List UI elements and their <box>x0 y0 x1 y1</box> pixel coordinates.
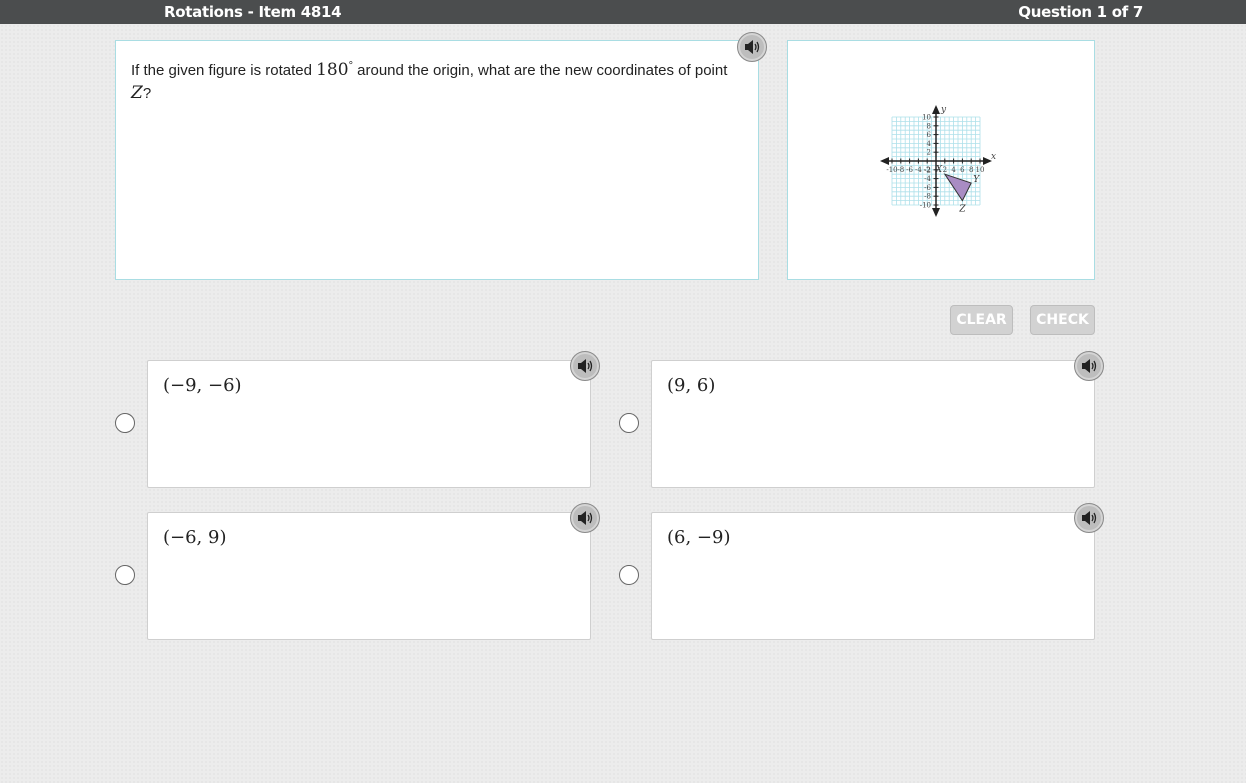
choice-radio-4[interactable] <box>619 565 639 585</box>
question-text: If the given figure is rotated 180° arou… <box>131 55 741 105</box>
choice-audio-button-3[interactable] <box>570 503 600 533</box>
speaker-icon <box>1082 511 1097 525</box>
choice-audio-button-1[interactable] <box>570 351 600 381</box>
choice-box-1[interactable]: (−9, −6) <box>147 360 591 488</box>
coordinate-graph: -10 -8 -6 -4 -2 2 4 6 8 10108642-2-4-6-8-10xyXYZ <box>880 105 996 217</box>
question-text-part: around the origin, what are the new coor… <box>352 62 728 79</box>
y-tick-label: 8 <box>927 122 931 130</box>
speaker-icon <box>578 359 593 373</box>
x-tick-label: -8 <box>897 166 904 174</box>
choice-audio-button-4[interactable] <box>1074 503 1104 533</box>
y-tick-label: -4 <box>924 175 931 183</box>
clear-button[interactable]: CLEAR <box>950 305 1013 335</box>
speaker-icon <box>1082 359 1097 373</box>
point-name: Z <box>131 83 143 103</box>
choice-box-2[interactable]: (9, 6) <box>651 360 1095 488</box>
y-tick-label: 4 <box>927 140 932 148</box>
y-tick-label: -6 <box>924 184 931 192</box>
y-tick-label: 6 <box>927 131 932 139</box>
choice-audio-button-2[interactable] <box>1074 351 1104 381</box>
x-tick-label: 10 <box>976 166 985 174</box>
x-tick-label: 2 <box>943 166 947 174</box>
choice-box-3[interactable]: (−6, 9) <box>147 512 591 640</box>
x-tick-label: 6 <box>960 166 965 174</box>
y-tick-label: -8 <box>924 193 931 201</box>
speaker-icon <box>578 511 593 525</box>
check-button[interactable]: CHECK <box>1030 305 1095 335</box>
x-tick-label: 8 <box>969 166 973 174</box>
choice-radio-3[interactable] <box>115 565 135 585</box>
speaker-icon <box>745 40 760 54</box>
x-tick-label: -4 <box>915 166 922 174</box>
header-bar: Rotations - Item 4814 Question 1 of 7 <box>0 0 1246 24</box>
choice-text-2: (9, 6) <box>667 375 716 396</box>
vertex-label-z: Z <box>958 205 966 215</box>
y-tick-label: 2 <box>927 149 931 157</box>
choice-text-4: (6, −9) <box>667 527 731 548</box>
x-tick-label: -10 <box>886 166 897 174</box>
vertex-label-y: Y <box>973 175 980 185</box>
x-tick-label: -6 <box>906 166 913 174</box>
figure-panel: -10 -8 -6 -4 -2 2 4 6 8 10 10 8 6 4 2 -2 -4 -6 -8 -10 x y X Y Z <box>787 40 1095 280</box>
y-tick-label: -2 <box>924 166 931 174</box>
y-axis-arrow-up <box>932 105 940 114</box>
question-panel: If the given figure is rotated 180° arou… <box>115 40 759 280</box>
choice-text-1: (−9, −6) <box>163 375 242 396</box>
choice-radio-2[interactable] <box>619 413 639 433</box>
question-audio-button[interactable] <box>737 32 767 62</box>
y-axis-arrow-down <box>932 208 940 217</box>
y-axis-label: y <box>940 105 947 115</box>
angle-value: 180 <box>316 60 349 80</box>
choice-radio-1[interactable] <box>115 413 135 433</box>
question-text-part: ? <box>142 85 152 102</box>
choice-box-4[interactable]: (6, −9) <box>651 512 1095 640</box>
y-tick-label: 10 <box>922 114 931 122</box>
x-axis-label: x <box>991 152 996 162</box>
y-tick-label: -10 <box>920 202 931 210</box>
question-counter: Question 1 of 7 <box>1018 3 1143 21</box>
x-axis-arrow-left <box>880 157 889 165</box>
assignment-title: Rotations - Item 4814 <box>164 3 342 21</box>
choice-text-3: (−6, 9) <box>163 527 227 548</box>
question-text-part: If the given figure is rotated <box>131 62 317 79</box>
vertex-label-x: X <box>935 165 943 175</box>
x-tick-label: 4 <box>951 166 956 174</box>
